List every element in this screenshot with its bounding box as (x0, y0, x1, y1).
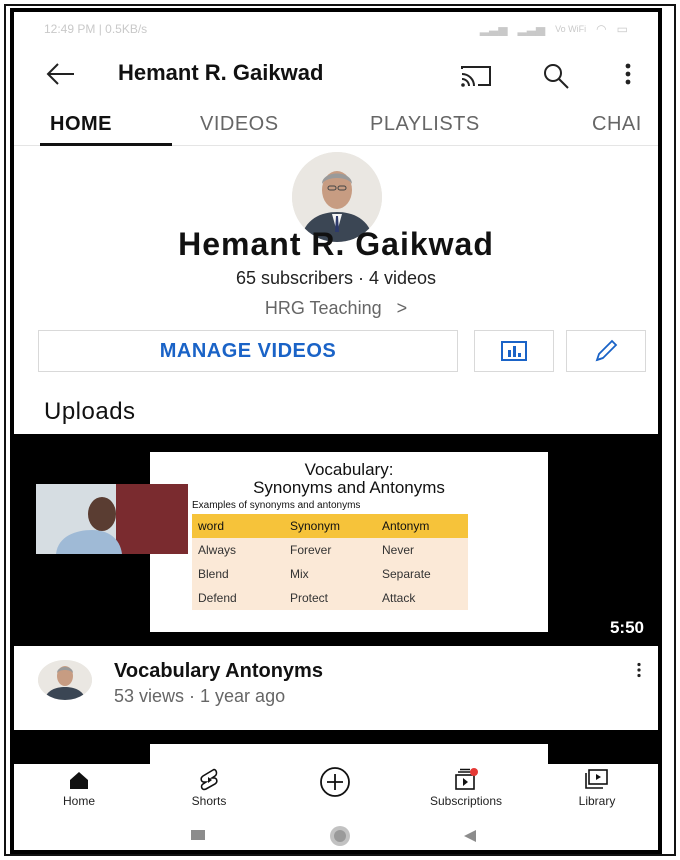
more-vert-icon[interactable] (624, 62, 632, 86)
signal-icon-2: ▂▃▅ (517, 22, 546, 36)
presenter-webcam-overlay (36, 484, 188, 554)
nav-subscriptions-label: Subscriptions (429, 794, 503, 808)
table-row: Always Forever Never (192, 538, 468, 562)
volte-label: Vo WiFi (555, 24, 587, 34)
channel-name: Hemant R. Gaikwad (178, 226, 494, 262)
home-system-icon[interactable] (328, 824, 352, 848)
channel-tabs: HOME VIDEOS PLAYLISTS CHAI (14, 102, 658, 146)
table-cell: Separate (376, 562, 468, 586)
nav-create[interactable] (290, 767, 380, 797)
nav-home-label: Home (62, 794, 95, 808)
cast-icon[interactable] (460, 64, 492, 88)
video-meta: 53 views · 1 year ago (114, 686, 286, 706)
channel-stats: 65 subscribers · 4 videos (235, 268, 437, 288)
status-bar: 12:49 PM | 0.5KB/s ▂▃▅ ▂▃▅ Vo WiFi ◠ ▭ (14, 12, 658, 46)
table-cell: Always (192, 538, 284, 562)
tab-videos[interactable]: VIDEOS (200, 102, 279, 146)
phone-screen: 12:49 PM | 0.5KB/s ▂▃▅ ▂▃▅ Vo WiFi ◠ ▭ H… (10, 8, 662, 854)
slide-title-line2: Synonyms and Antonyms (253, 478, 445, 497)
battery-icon: ▭ (616, 22, 628, 36)
analytics-button[interactable] (474, 330, 554, 372)
analytics-icon (501, 341, 527, 361)
channel-link-label: HRG Teaching (264, 298, 382, 318)
app-bar: Hemant R. Gaikwad (14, 46, 658, 102)
status-time: 12:49 PM | 0.5KB/s (44, 22, 148, 36)
create-icon (320, 767, 350, 797)
slide-title-line1: Vocabulary: (304, 460, 394, 479)
recents-icon[interactable] (190, 828, 206, 842)
video-channel-avatar[interactable] (38, 660, 92, 700)
nav-shorts[interactable]: Shorts (164, 766, 254, 808)
system-navigation-bar (14, 816, 658, 850)
video-info-row[interactable]: Vocabulary Antonyms 53 views · 1 year ag… (14, 646, 658, 730)
table-cell: Mix (284, 562, 376, 586)
nav-library-label: Library (578, 794, 616, 808)
video-duration: 5:50 (609, 618, 644, 637)
table-header-cell: word (192, 514, 284, 538)
signal-icon: ▂▃▅ (479, 22, 508, 36)
bottom-navigation: Home Shorts Subscriptions Library (14, 764, 658, 816)
table-cell: Blend (192, 562, 284, 586)
active-tab-indicator (40, 143, 172, 146)
channel-link[interactable]: HRG Teaching > (14, 298, 658, 319)
table-cell: Never (376, 538, 468, 562)
slide-subtitle: Examples of synonyms and antonyms (192, 500, 361, 511)
back-arrow-icon[interactable] (44, 60, 76, 88)
edit-channel-button[interactable] (566, 330, 646, 372)
nav-shorts-label: Shorts (191, 794, 227, 808)
nav-library[interactable]: Library (552, 766, 642, 808)
presenter-image (36, 484, 188, 554)
uploads-heading: Uploads (44, 398, 136, 425)
video-more-icon[interactable] (636, 662, 642, 678)
table-cell: Attack (376, 586, 468, 610)
search-icon[interactable] (542, 62, 570, 90)
appbar-title: Hemant R. Gaikwad (118, 60, 324, 85)
subscriptions-icon (455, 768, 478, 790)
status-icons: ▂▃▅ ▂▃▅ Vo WiFi ◠ ▭ (480, 22, 628, 36)
home-icon (70, 772, 88, 789)
tab-channels[interactable]: CHAI (592, 102, 642, 146)
table-row: Blend Mix Separate (192, 562, 468, 586)
back-system-icon[interactable] (462, 828, 478, 844)
thumbnail-slide: Vocabulary: Synonyms and Antonyms Exampl… (150, 452, 548, 632)
manage-videos-button[interactable]: MANAGE VIDEOS (38, 330, 458, 372)
table-cell: Defend (192, 586, 284, 610)
table-header-cell: Antonym (376, 514, 468, 538)
video-thumbnail[interactable]: Vocabulary: Synonyms and Antonyms Exampl… (14, 434, 658, 646)
wifi-icon: ◠ (596, 22, 607, 36)
slide-table-header: word Synonym Antonym (192, 514, 468, 538)
slide-table: word Synonym Antonym Always Forever Neve… (192, 514, 468, 610)
table-cell: Protect (284, 586, 376, 610)
table-cell: Forever (284, 538, 376, 562)
table-header-cell: Synonym (284, 514, 376, 538)
tab-home[interactable]: HOME (50, 102, 112, 146)
nav-home[interactable]: Home (34, 766, 124, 808)
shorts-icon (200, 768, 218, 791)
pencil-icon (595, 339, 618, 362)
tab-playlists[interactable]: PLAYLISTS (370, 102, 480, 146)
table-row: Defend Protect Attack (192, 586, 468, 610)
chevron-right-icon: > (396, 298, 408, 318)
avatar-small-icon (38, 660, 92, 700)
nav-subscriptions[interactable]: Subscriptions (416, 766, 516, 808)
video-title[interactable]: Vocabulary Antonyms (114, 660, 323, 683)
library-icon (585, 769, 608, 789)
